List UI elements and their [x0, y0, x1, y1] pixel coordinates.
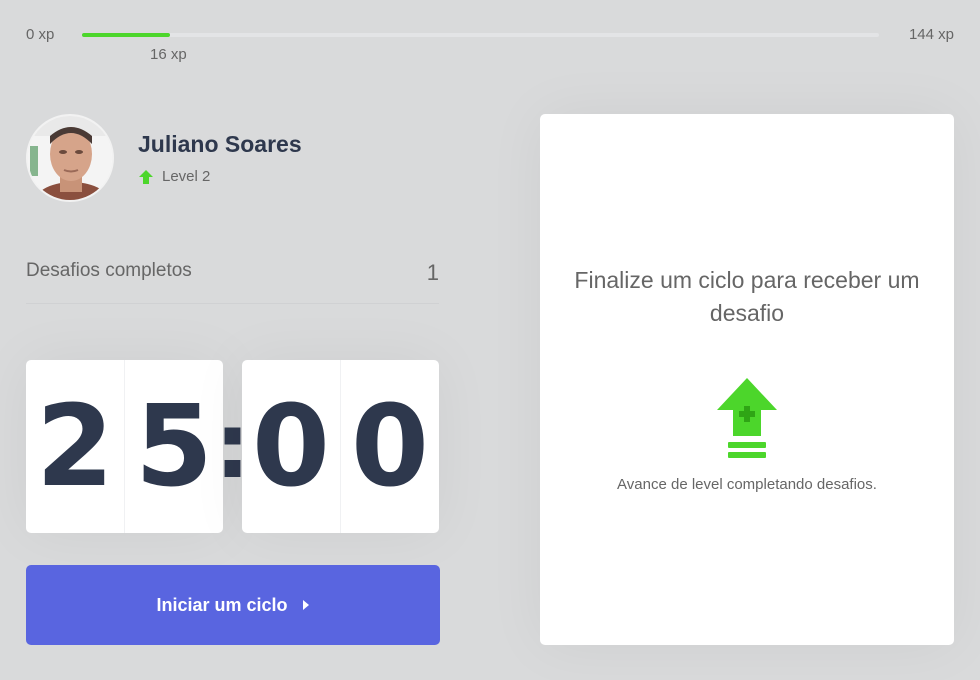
start-cycle-button[interactable]: Iniciar um ciclo: [26, 565, 440, 645]
level-label: Level 2: [162, 168, 211, 185]
experience-bar: 0 xp 16 xp 144 xp: [0, 0, 980, 80]
completed-challenges-count: 1: [426, 260, 439, 285]
minute-digit-left: 2: [26, 360, 125, 533]
xp-progress-track: [82, 33, 879, 37]
avatar-image: [28, 116, 112, 200]
profile: Juliano Soares Level 2: [26, 114, 302, 202]
level-up-arrow-icon: [139, 169, 153, 184]
xp-max-label: 144 xp: [908, 26, 954, 43]
completed-challenges-label: Desafios completos: [26, 260, 192, 281]
second-digit-left: 0: [242, 360, 341, 533]
level-up-icon: [717, 378, 777, 458]
level-indicator: Level 2: [138, 168, 302, 185]
user-name: Juliano Soares: [138, 131, 302, 157]
minute-digit-right: 5: [135, 381, 213, 512]
countdown-separator: :: [214, 394, 251, 499]
second-digit-right: 0: [351, 381, 429, 512]
xp-current-label: 16 xp: [150, 46, 187, 63]
profile-info: Juliano Soares Level 2: [138, 131, 302, 185]
countdown-minutes: 2 5: [26, 360, 223, 533]
challenge-box-hint: Avance de level completando desafios.: [617, 476, 877, 493]
start-cycle-label: Iniciar um ciclo: [156, 594, 288, 615]
countdown-seconds: 0 0: [242, 360, 439, 533]
countdown-timer: 2 5 : 0 0: [26, 360, 440, 533]
challenge-box-title: Finalize um ciclo para receber um desafi…: [574, 267, 920, 326]
completed-challenges: Desafios completos 1: [26, 244, 439, 304]
chevron-right-icon: [302, 600, 309, 610]
xp-min-label: 0 xp: [26, 26, 55, 43]
avatar: [26, 114, 114, 202]
challenge-box: Finalize um ciclo para receber um desafi…: [540, 114, 954, 645]
xp-progress-fill: [82, 33, 171, 37]
